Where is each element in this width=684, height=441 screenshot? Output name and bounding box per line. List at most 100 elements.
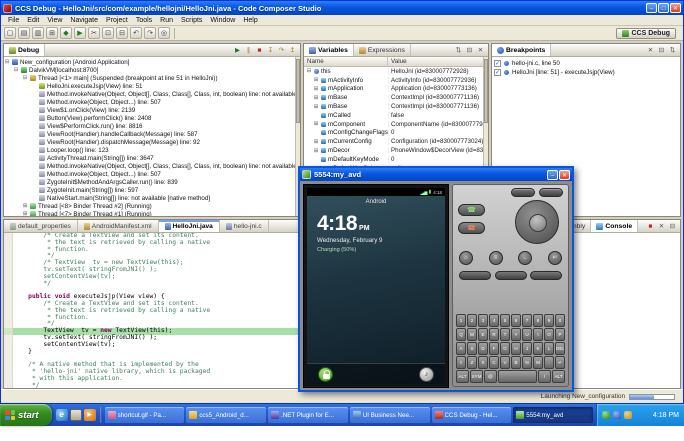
stack-frame-item[interactable]: Looper.loop() line: 123 xyxy=(4,146,295,154)
console-toolbar-icon[interactable]: ■ xyxy=(646,223,655,230)
minimize-button[interactable]: – xyxy=(646,3,657,13)
taskbar-task-button[interactable]: ccs5_Android_d... xyxy=(186,407,267,423)
keyboard-key[interactable]: J xyxy=(522,342,532,355)
menu-item[interactable]: Tools xyxy=(132,17,156,24)
menu-item[interactable]: Project xyxy=(102,17,132,24)
tree-twisty-icon[interactable]: ⊞ xyxy=(22,211,28,216)
keyboard-key[interactable]: / xyxy=(538,370,552,383)
editor-gutter[interactable] xyxy=(4,266,13,274)
breakpoints-toolbar-icon[interactable]: ⊟ xyxy=(657,46,666,54)
keyboard-key[interactable]: X xyxy=(478,356,488,369)
keyboard-key[interactable]: 4 xyxy=(489,314,499,327)
taskbar-task-button[interactable]: 5554:my_avd xyxy=(513,407,593,423)
close-button[interactable]: ✕ xyxy=(670,3,681,13)
variable-row[interactable]: mDefaultKeyMode 0 xyxy=(304,155,483,164)
keyboard-key[interactable]: 8 xyxy=(533,314,543,327)
toolbar-icon[interactable]: ▢ xyxy=(4,27,16,39)
stack-frame-item[interactable]: ViewRoot(Handler).dispatchMessage(Messag… xyxy=(4,138,295,146)
toolbar-icon[interactable]: ◆ xyxy=(60,27,72,39)
keyboard-key[interactable]: A xyxy=(456,342,466,355)
start-button[interactable]: start xyxy=(0,404,52,426)
softkey-button[interactable]: ⌂ xyxy=(459,251,473,265)
keyboard-key[interactable]: @ xyxy=(483,370,497,383)
menu-item[interactable]: Navigate xyxy=(66,17,102,24)
menu-item[interactable]: Help xyxy=(239,17,261,24)
tree-twisty-icon[interactable]: ⊟ xyxy=(22,75,28,81)
editor-tab[interactable]: default_properties xyxy=(4,220,78,232)
breakpoint-row[interactable]: ✓ hello-jni.c, line 50 xyxy=(492,59,675,68)
keyboard-key[interactable]: ↵ xyxy=(555,356,565,369)
editor-gutter[interactable] xyxy=(4,321,13,329)
keyboard-key[interactable]: DEL xyxy=(555,342,565,355)
keyboard-key[interactable]: 2 xyxy=(467,314,477,327)
emulator-titlebar[interactable]: 5554:my_avd – ✕ xyxy=(300,168,572,181)
tree-twisty-icon[interactable]: ⊟ xyxy=(13,67,19,73)
variable-row[interactable]: ⊞ mComponent ComponentName (id=830007779… xyxy=(304,120,483,129)
keyboard-key[interactable]: S xyxy=(467,342,477,355)
keyboard-key[interactable]: B xyxy=(511,356,521,369)
stack-frame-item[interactable]: ⊟ New_configuration [Android Application… xyxy=(4,58,295,66)
softkey-button[interactable]: ← xyxy=(518,251,533,265)
tray-status-icon[interactable] xyxy=(602,411,610,419)
debug-toolbar-icon[interactable]: ↥ xyxy=(288,46,297,54)
editor-gutter[interactable] xyxy=(4,328,13,335)
keyboard-key[interactable]: SYM xyxy=(469,370,483,383)
expand-arrow-icon[interactable]: ⊟ xyxy=(306,68,312,74)
media-player-icon[interactable]: ▶ xyxy=(83,409,96,421)
tab-debug[interactable]: Debug xyxy=(4,44,46,56)
keyboard-key[interactable]: V xyxy=(500,356,510,369)
toolbar-icon[interactable]: ↷ xyxy=(144,27,156,39)
stack-frame-item[interactable]: NativeStart.main(String[]) line: not ava… xyxy=(4,194,295,202)
breakpoint-row[interactable]: ✓ HelloJni [line: 51] - executeJsjp(View… xyxy=(492,68,675,77)
variable-row[interactable]: ⊞ mApplication Application (id=830007773… xyxy=(304,85,483,94)
editor-gutter[interactable] xyxy=(4,233,13,240)
show-desktop-icon[interactable] xyxy=(69,409,82,421)
variables-toolbar-icon[interactable]: ✕ xyxy=(476,46,485,54)
phone-screen[interactable]: ▂▄▆ ▮ 4:18 Android 4:18 PM Wednesday, Feb… xyxy=(307,188,445,384)
variable-row[interactable]: mCalled false xyxy=(304,111,483,120)
menu-item[interactable]: Window xyxy=(206,17,239,24)
debug-toolbar-icon[interactable]: ∥ xyxy=(244,46,253,54)
editor-tab[interactable]: HelloJni.java xyxy=(158,220,220,232)
toolbar-icon[interactable]: ⊟ xyxy=(116,27,128,39)
breakpoint-checkbox[interactable]: ✓ xyxy=(494,60,501,67)
column-name[interactable]: Name xyxy=(304,57,388,66)
stack-frame-item[interactable]: ZygoteInit.main(String[]) line: 597 xyxy=(4,186,295,194)
debug-toolbar-icon[interactable]: ↷ xyxy=(277,46,286,54)
editor-gutter[interactable] xyxy=(4,348,13,356)
keyboard-key[interactable]: Y xyxy=(511,328,521,341)
volume-up-button[interactable] xyxy=(511,188,535,197)
keyboard-key[interactable]: ALT xyxy=(552,370,565,383)
editor-gutter[interactable] xyxy=(4,362,13,369)
variables-toolbar-icon[interactable]: ⇅ xyxy=(454,46,463,54)
softkey-button[interactable]: ≡ xyxy=(488,251,503,265)
editor-gutter[interactable] xyxy=(4,253,13,261)
emulator-close-button[interactable]: ✕ xyxy=(559,169,570,180)
debug-toolbar-icon[interactable]: ▶ xyxy=(233,46,242,54)
expand-arrow-icon[interactable]: ⊞ xyxy=(313,95,319,101)
keyboard-key[interactable]: N xyxy=(522,356,532,369)
taskbar-task-button[interactable]: shortcut.gif - Pa... xyxy=(104,407,185,423)
dpad-control[interactable] xyxy=(515,200,559,244)
variable-row[interactable]: ⊞ mDecor PhoneWindow$DecorView (id=83000… xyxy=(304,146,483,155)
expand-arrow-icon[interactable]: ⊞ xyxy=(313,139,319,145)
stack-frame-item[interactable]: ⊟ Thread [<1> main] (Suspended (breakpoi… xyxy=(4,74,295,82)
editor-gutter[interactable] xyxy=(4,246,13,254)
taskbar-task-button[interactable]: UI Business Nee... xyxy=(349,407,430,423)
perspective-switcher[interactable]: CCS Debug xyxy=(615,27,676,39)
keyboard-key[interactable]: G xyxy=(500,342,510,355)
editor-gutter[interactable] xyxy=(4,273,13,281)
expand-arrow-icon[interactable]: ⊞ xyxy=(313,77,319,83)
menu-item[interactable]: Run xyxy=(156,17,177,24)
keyboard-key[interactable]: H xyxy=(511,342,521,355)
variables-toolbar-icon[interactable]: ⊟ xyxy=(465,46,474,54)
stack-frame-item[interactable]: View$PerformClick.run() line: 8816 xyxy=(4,122,295,130)
tab-breakpoints[interactable]: Breakpoints xyxy=(492,44,552,56)
view-tab[interactable]: Console xyxy=(591,220,639,232)
keyboard-key[interactable]: . xyxy=(544,356,554,369)
keyboard-key[interactable]: K xyxy=(533,342,543,355)
toolbar-icon[interactable]: ↶ xyxy=(130,27,142,39)
taskbar-task-button[interactable]: CCS Debug - Hel... xyxy=(431,407,512,423)
editor-gutter[interactable] xyxy=(4,239,13,247)
editor-gutter[interactable] xyxy=(4,294,13,301)
